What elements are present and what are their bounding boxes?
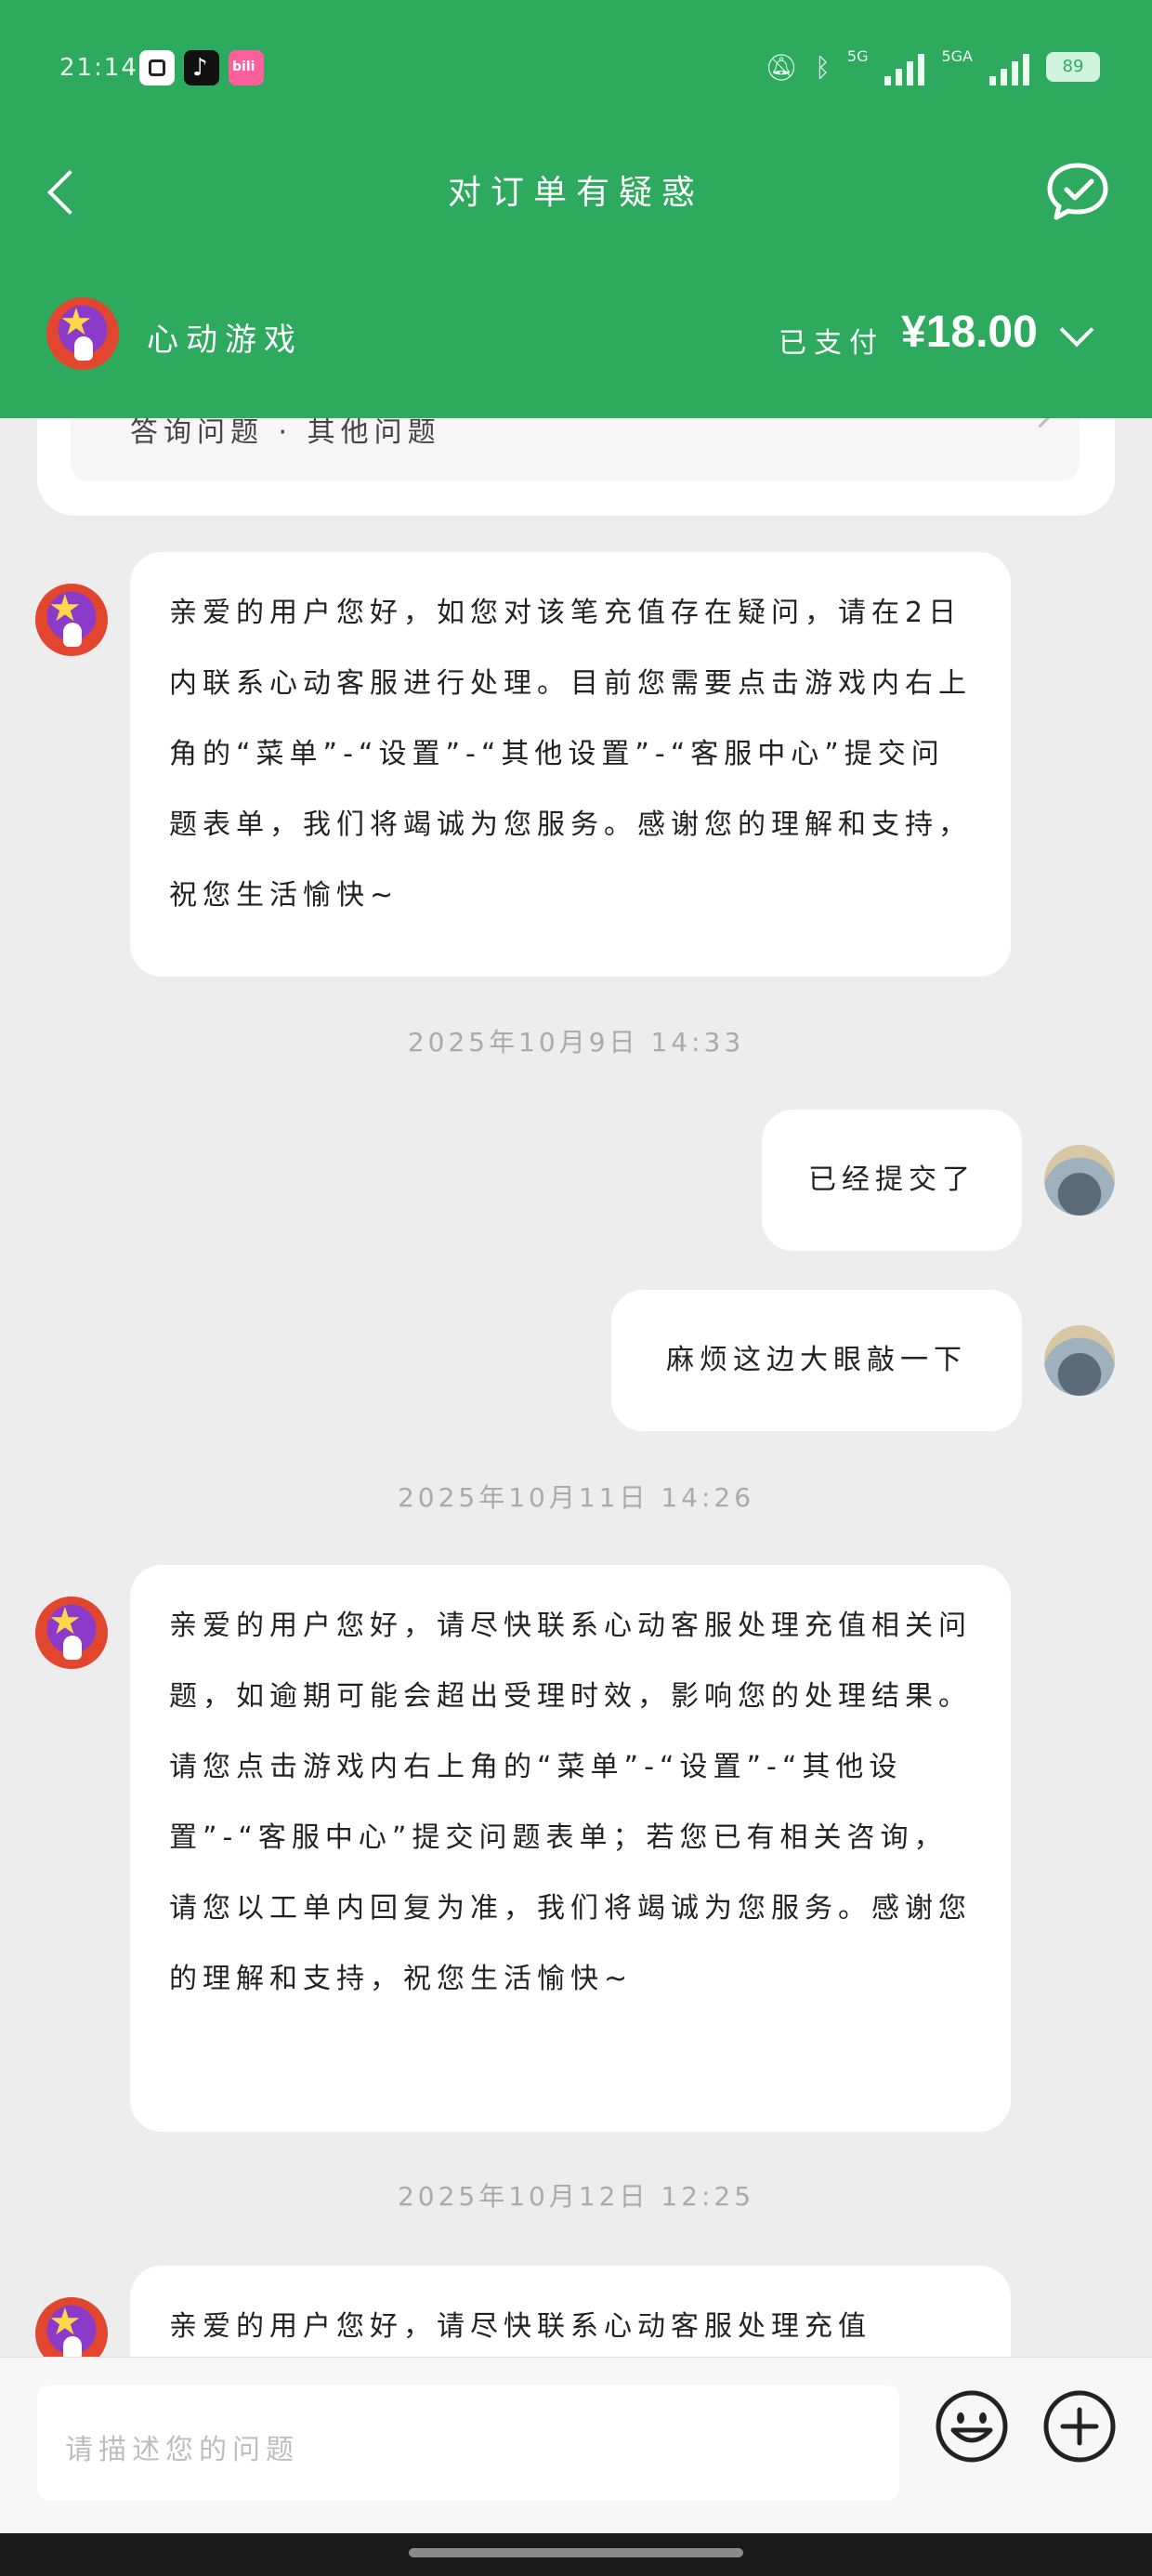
paid-amount: ¥18.00 (901, 308, 1038, 357)
user-avatar[interactable] (1044, 1325, 1115, 1396)
game-name: 心动游戏 (147, 322, 303, 359)
game-avatar (46, 297, 119, 370)
message-text: 亲爱的用户您好，如您对该笔充值存在疑问，请在2日内联系心动客服进行处理。目前您需… (169, 597, 972, 912)
service-avatar[interactable] (35, 2297, 108, 2357)
message-text: 亲爱的用户您好，请尽快联系心动客服处理充值相关问题，如逾期可能会超出受理时效，影… (169, 1610, 972, 1995)
timestamp: 2025年10月11日 14:26 (397, 1482, 755, 1513)
mute-icon: 🔕︎ (765, 51, 799, 83)
service-message: 亲爱的用户您好，请尽快联系心动客服处理充值 (130, 2266, 1011, 2357)
network-label-5g: 5G (846, 46, 869, 65)
signal-icon-2 (989, 48, 1029, 85)
order-card-text: 答询问题 · 其他问题 (130, 418, 441, 449)
service-message: 亲爱的用户您好，如您对该笔充值存在疑问，请在2日内联系心动客服进行处理。目前您需… (130, 552, 1011, 977)
user-message: 麻烦这边大眼敲一下 (611, 1290, 1022, 1431)
message-text: 亲爱的用户您好，请尽快联系心动客服处理充值 (169, 2310, 871, 2343)
paid-label: 已支付 (779, 327, 884, 360)
service-avatar[interactable] (35, 1597, 108, 1669)
top-header: 21:14 🔕︎ ᛒ 5G 5GA 89 对订单有疑惑 心动游戏 已支付 ¥18… (0, 0, 1152, 418)
chat-check-icon[interactable] (1044, 158, 1111, 225)
home-indicator[interactable] (409, 2548, 743, 2557)
service-avatar[interactable] (35, 584, 108, 656)
timestamp: 2025年10月12日 12:25 (397, 2181, 755, 2212)
tiktok-icon (184, 50, 219, 85)
system-nav-bar (0, 2533, 1152, 2576)
service-message: 亲爱的用户您好，请尽快联系心动客服处理充值相关问题，如逾期可能会超出受理时效，影… (130, 1565, 1011, 2132)
emoji-icon[interactable] (935, 2389, 1009, 2464)
bilibili-icon (229, 50, 264, 85)
input-placeholder: 请描述您的问题 (65, 2434, 299, 2466)
order-summary[interactable]: 心动游戏 已支付 ¥18.00 (0, 279, 1152, 390)
add-icon[interactable] (1042, 2389, 1117, 2464)
input-bar: 请描述您的问题 (0, 2357, 1152, 2534)
battery-icon: 89 (1046, 52, 1100, 82)
message-text: 已经提交了 (808, 1163, 975, 1196)
timestamp: 2025年10月9日 14:33 (407, 1027, 745, 1058)
chevron-down-icon[interactable] (1059, 312, 1094, 348)
nav-header: 对订单有疑惑 (0, 139, 1152, 242)
status-time: 21:14 (59, 54, 138, 82)
user-avatar[interactable] (1044, 1145, 1115, 1216)
message-input[interactable]: 请描述您的问题 (37, 2385, 899, 2501)
page-title: 对订单有疑惑 (447, 174, 704, 212)
bluetooth-icon: ᛒ (815, 51, 831, 83)
app-icon-square (139, 50, 175, 85)
signal-icon (884, 48, 925, 85)
network-label-5ga: 5GA (941, 46, 973, 65)
user-message: 已经提交了 (762, 1110, 1022, 1251)
message-text: 麻烦这边大眼敲一下 (666, 1344, 967, 1376)
status-bar: 21:14 🔕︎ ᛒ 5G 5GA 89 (0, 0, 1152, 139)
status-icons: 🔕︎ ᛒ 5G 5GA 89 (766, 45, 1100, 89)
chat-area[interactable]: 答询问题 · 其他问题 亲爱的用户您好，如您对该笔充值存在疑问，请在2日内联系心… (0, 418, 1152, 2357)
